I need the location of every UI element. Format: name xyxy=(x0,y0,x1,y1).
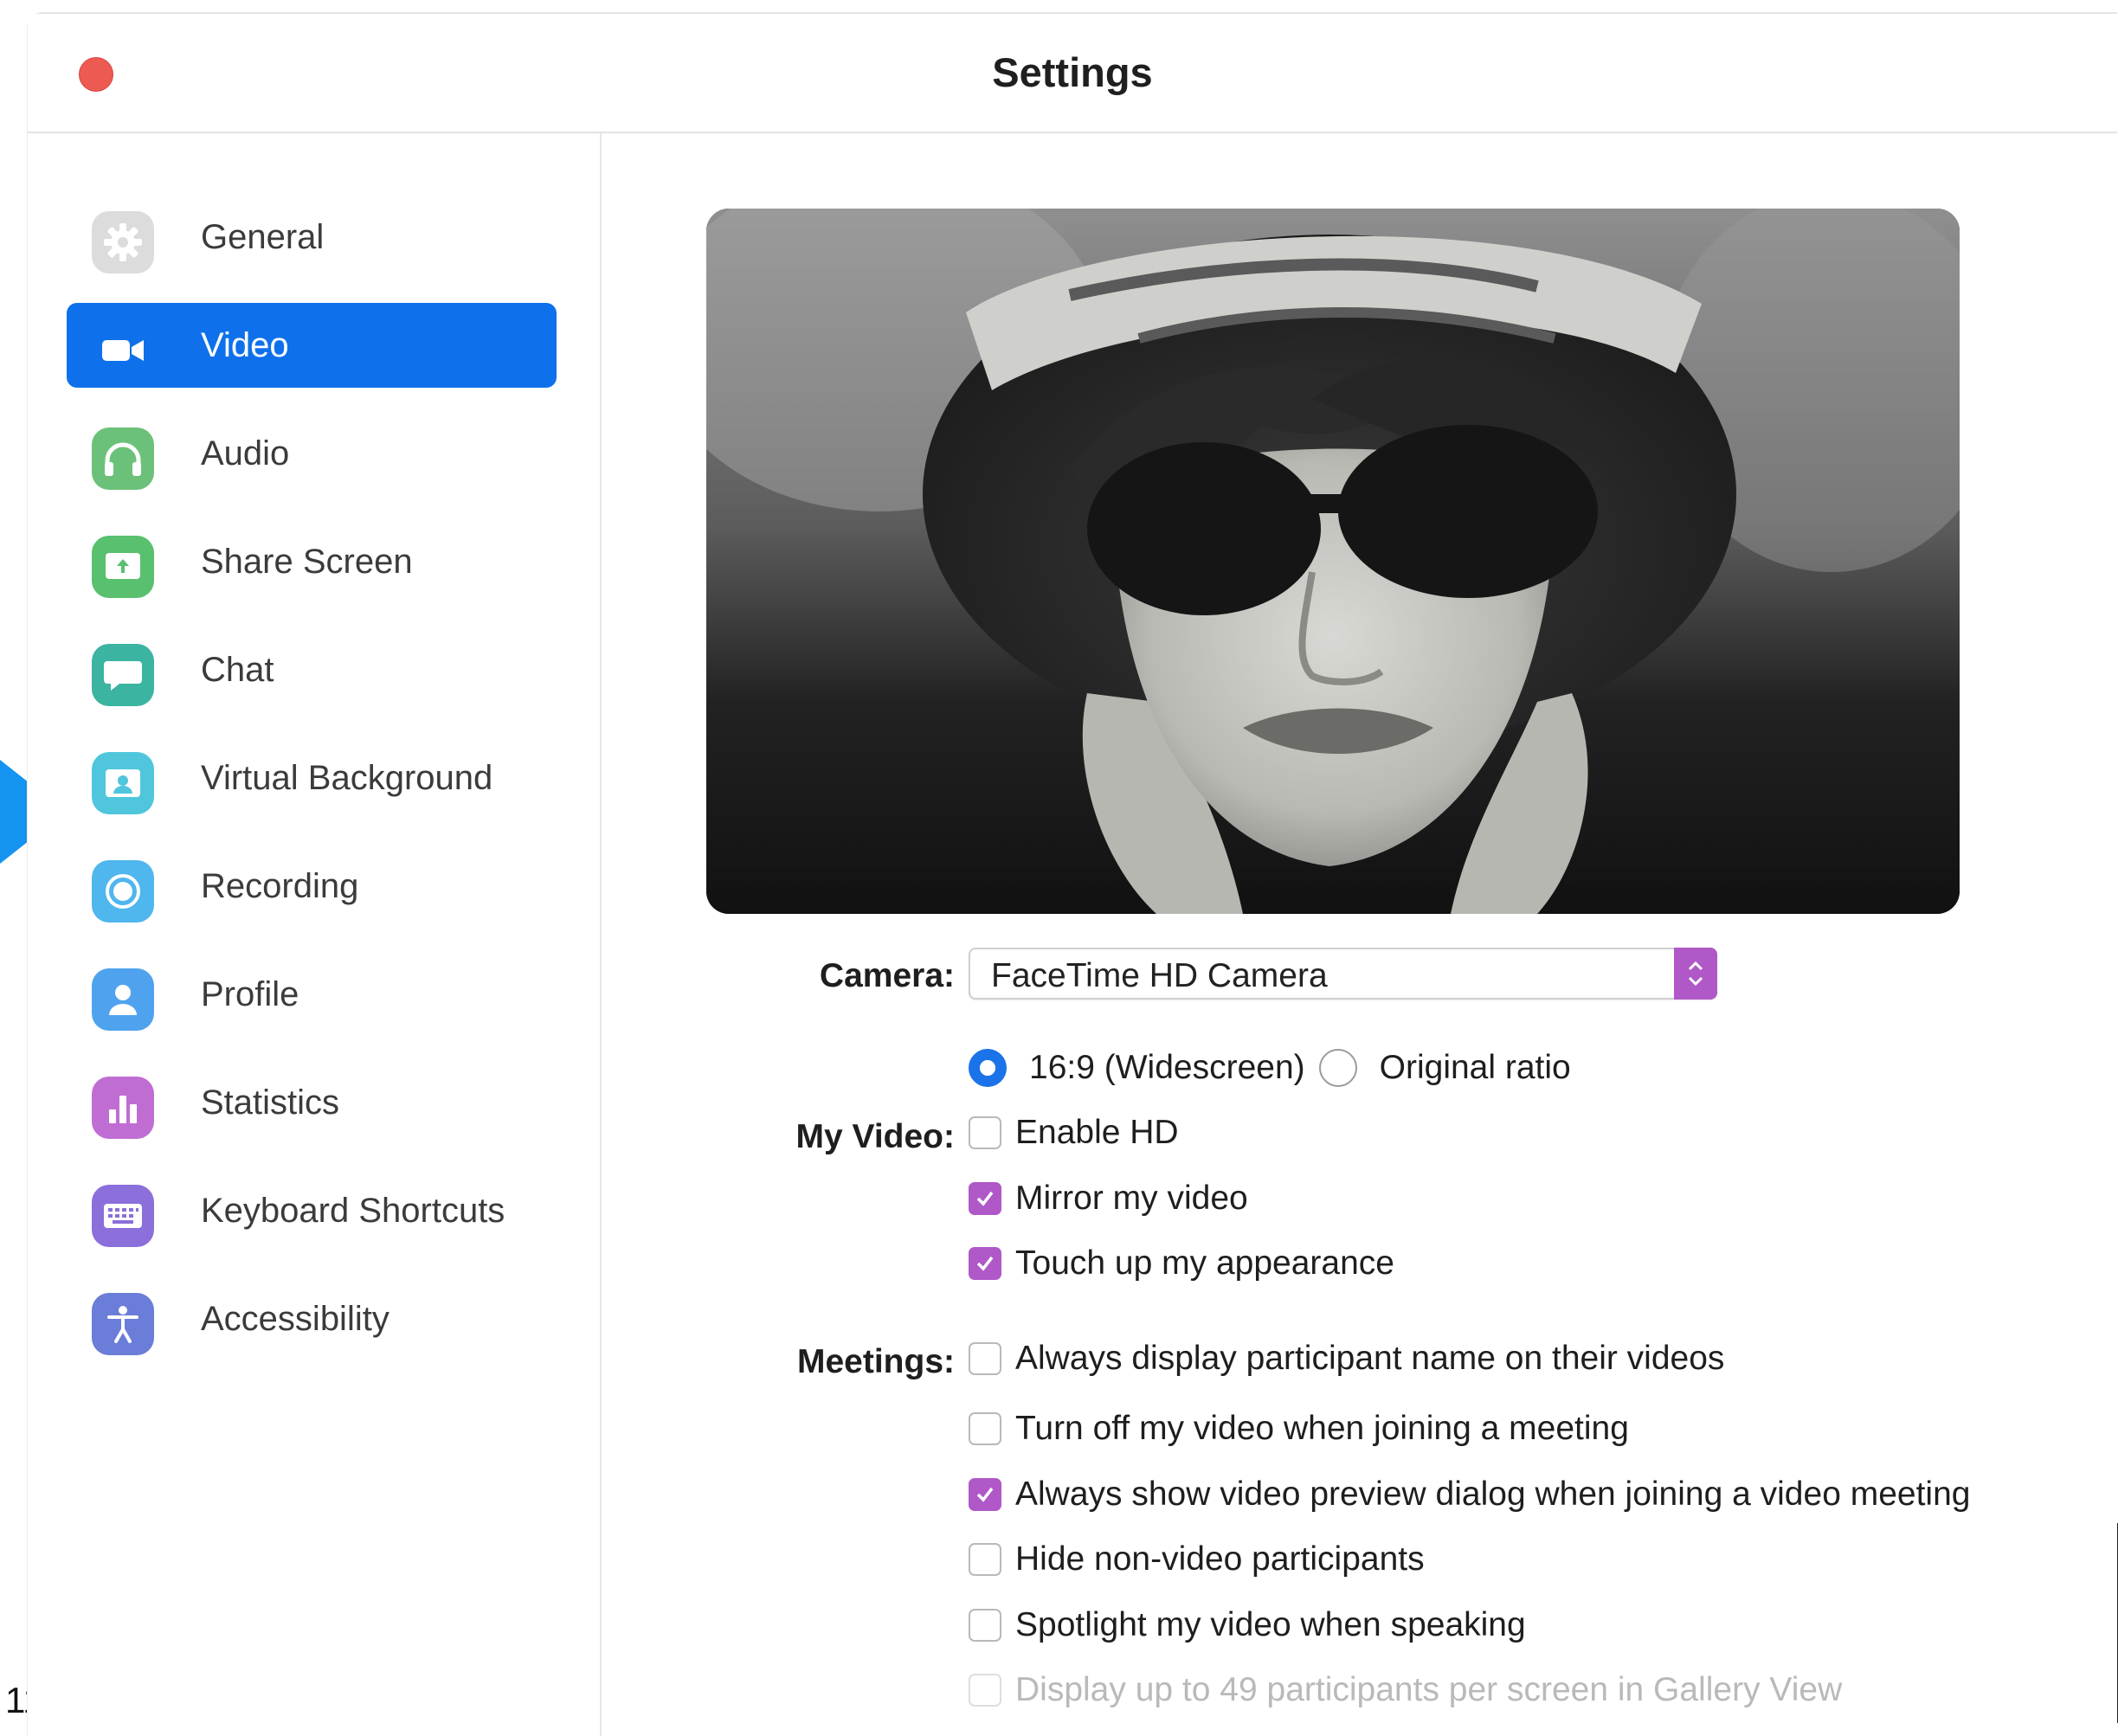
gallery-49-checkbox xyxy=(969,1674,1001,1707)
spotlight-checkbox[interactable] xyxy=(969,1609,1001,1642)
sidebar-item-label: Profile xyxy=(201,975,299,1013)
turn-off-video-option[interactable]: Turn off my video when joining a meeting xyxy=(969,1405,1629,1453)
sidebar-item-label: Statistics xyxy=(201,1083,340,1122)
person-portrait-icon xyxy=(92,752,154,814)
chat-bubble-icon xyxy=(92,644,154,706)
sidebar-item-recording[interactable]: Recording xyxy=(67,844,557,929)
settings-window: Settings General Video Audio Share Scree… xyxy=(27,12,2117,1736)
touch-up-checkbox[interactable] xyxy=(969,1247,1001,1280)
display-name-checkbox[interactable] xyxy=(969,1342,1001,1375)
touch-up-label: Touch up my appearance xyxy=(1015,1244,1394,1282)
sidebar-item-statistics[interactable]: Statistics xyxy=(67,1060,557,1145)
checkmark-icon xyxy=(976,1487,994,1502)
sidebar-item-audio[interactable]: Audio xyxy=(67,411,557,496)
sidebar-item-label: Chat xyxy=(201,651,274,689)
sidebar-item-accessibility[interactable]: Accessibility xyxy=(67,1276,557,1361)
share-screen-icon xyxy=(92,536,154,598)
mirror-video-option[interactable]: Mirror my video xyxy=(969,1174,1248,1223)
camera-select-value: FaceTime HD Camera xyxy=(991,957,1328,994)
sidebar-item-profile[interactable]: Profile xyxy=(67,952,557,1037)
bar-chart-icon xyxy=(92,1077,154,1139)
gallery-49-label: Display up to 49 participants per screen… xyxy=(1015,1671,1843,1708)
sidebar-item-general[interactable]: General xyxy=(67,195,557,280)
sidebar-item-chat[interactable]: Chat xyxy=(67,627,557,712)
chevron-up-down-icon xyxy=(1674,948,1717,1000)
sidebar-item-label: Accessibility xyxy=(201,1300,389,1338)
spotlight-option[interactable]: Spotlight my video when speaking xyxy=(969,1601,1526,1649)
mirror-video-label: Mirror my video xyxy=(1015,1180,1248,1217)
video-preview-dialog-label: Always show video preview dialog when jo… xyxy=(1015,1476,1971,1513)
radio-widescreen-label: 16:9 (Widescreen) xyxy=(1029,1049,1305,1086)
hide-non-video-option[interactable]: Hide non-video participants xyxy=(969,1535,1425,1584)
hide-non-video-checkbox[interactable] xyxy=(969,1543,1001,1576)
camera-preview-image xyxy=(706,209,1960,914)
hide-non-video-label: Hide non-video participants xyxy=(1015,1540,1425,1578)
sidebar-item-virtual-background[interactable]: Virtual Background xyxy=(67,736,557,820)
turn-off-video-label: Turn off my video when joining a meeting xyxy=(1015,1410,1629,1447)
sidebar-item-label: Audio xyxy=(201,434,290,473)
spotlight-label: Spotlight my video when speaking xyxy=(1015,1606,1526,1643)
video-settings-panel: Camera: FaceTime HD Camera 16:9 (Widescr… xyxy=(602,133,2117,1736)
my-video-label: My Video: xyxy=(795,1118,955,1155)
sidebar-item-share-screen[interactable]: Share Screen xyxy=(67,519,557,604)
radio-widescreen[interactable] xyxy=(969,1049,1007,1087)
window-title: Settings xyxy=(992,49,1153,95)
checkmark-icon xyxy=(976,1191,994,1206)
mirror-video-checkbox[interactable] xyxy=(969,1182,1001,1215)
camera-label: Camera: xyxy=(819,957,955,994)
sidebar-item-label: Share Screen xyxy=(201,543,413,581)
sidebar-item-label: Keyboard Shortcuts xyxy=(201,1192,505,1230)
video-preview-dialog-checkbox[interactable] xyxy=(969,1478,1001,1511)
aspect-ratio-group: 16:9 (Widescreen) Original ratio xyxy=(969,1044,1571,1092)
video-preview-dialog-option[interactable]: Always show video preview dialog when jo… xyxy=(969,1470,1970,1519)
radio-original-ratio[interactable] xyxy=(1318,1049,1357,1087)
sidebar-item-label: General xyxy=(201,218,325,256)
title-bar: Settings xyxy=(28,14,2117,133)
enable-hd-checkbox[interactable] xyxy=(969,1116,1001,1149)
enable-hd-label: Enable HD xyxy=(1015,1114,1179,1151)
sidebar-item-video[interactable]: Video xyxy=(67,303,557,388)
checkmark-icon xyxy=(976,1256,994,1271)
display-name-label: Always display participant name on their… xyxy=(1015,1340,1725,1377)
gallery-49-option: Display up to 49 participants per screen… xyxy=(969,1666,1842,1714)
enable-hd-option[interactable]: Enable HD xyxy=(969,1109,1179,1157)
sidebar-item-label: Video xyxy=(201,326,289,364)
sidebar-item-label: Virtual Background xyxy=(201,759,493,797)
camera-preview xyxy=(706,209,1960,914)
settings-sidebar: General Video Audio Share Screen Chat Vi… xyxy=(28,133,602,1736)
record-icon xyxy=(92,860,154,923)
touch-up-option[interactable]: Touch up my appearance xyxy=(969,1239,1394,1288)
radio-original-ratio-label: Original ratio xyxy=(1379,1049,1571,1086)
turn-off-video-checkbox[interactable] xyxy=(969,1412,1001,1445)
sidebar-item-keyboard-shortcuts[interactable]: Keyboard Shortcuts xyxy=(67,1168,557,1253)
gear-icon xyxy=(92,211,154,273)
person-icon xyxy=(92,968,154,1031)
camera-select[interactable]: FaceTime HD Camera xyxy=(969,948,1717,1000)
meetings-label: Meetings: xyxy=(796,1343,955,1380)
accessibility-icon xyxy=(92,1293,154,1355)
headphones-icon xyxy=(92,428,154,490)
display-name-option[interactable]: Always display participant name on their… xyxy=(969,1334,1724,1383)
video-camera-icon xyxy=(92,319,154,382)
keyboard-icon xyxy=(92,1185,154,1247)
sidebar-item-label: Recording xyxy=(201,867,359,905)
